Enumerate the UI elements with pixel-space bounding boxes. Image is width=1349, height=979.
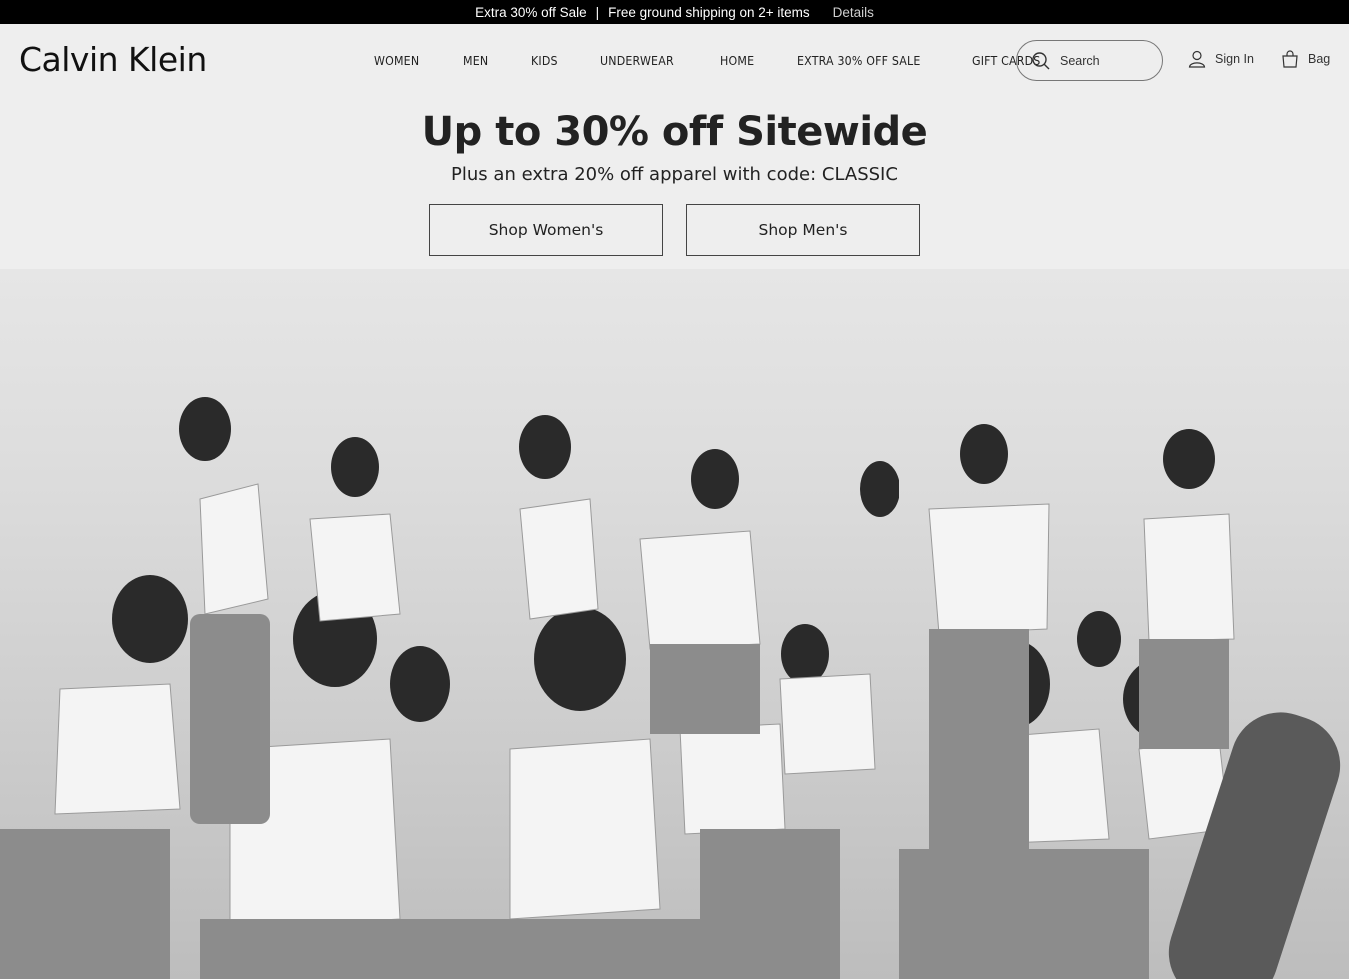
search-icon [1032, 51, 1050, 69]
brand-logo[interactable]: Calvin Klein [19, 40, 207, 79]
search-input[interactable] [1060, 53, 1155, 68]
main-nav: WOMEN MEN KIDS UNDERWEAR HOME EXTRA 30% … [374, 54, 1086, 68]
promo-details-link[interactable]: Details [833, 5, 874, 20]
site-header: Calvin Klein WOMEN MEN KIDS UNDERWEAR HO… [0, 24, 1349, 104]
group-photo-left [0, 397, 450, 979]
nav-home[interactable]: HOME [720, 54, 754, 68]
sign-in-link[interactable]: Sign In [1188, 50, 1254, 68]
shop-men-button[interactable]: Shop Men's [686, 204, 920, 256]
promo-separator: | [595, 4, 600, 20]
hero-subhead: Plus an extra 20% off apparel with code:… [451, 164, 898, 185]
hero-photo[interactable] [0, 269, 1349, 979]
photo-panel-center [450, 269, 899, 979]
search-box[interactable] [1016, 40, 1163, 81]
bag-label: Bag [1308, 52, 1331, 66]
bag-icon [1282, 50, 1298, 68]
group-photo-right [899, 424, 1341, 979]
shop-women-button[interactable]: Shop Women's [429, 204, 663, 256]
nav-underwear[interactable]: UNDERWEAR [600, 54, 674, 68]
photo-panel-left [0, 269, 450, 979]
promo-sale-text: Extra 30% off Sale [475, 4, 587, 20]
user-icon [1188, 50, 1206, 68]
nav-men[interactable]: MEN [463, 54, 488, 68]
photo-panel-right [899, 269, 1349, 979]
bag-link[interactable]: Bag [1281, 50, 1330, 68]
hero-banner: Up to 30% off Sitewide Plus an extra 20%… [0, 104, 1349, 269]
nav-women[interactable]: WOMEN [374, 54, 419, 68]
promo-shipping-text: Free ground shipping on 2+ items [608, 4, 810, 20]
hero-headline: Up to 30% off Sitewide [421, 109, 928, 155]
group-photo-center [450, 415, 899, 979]
nav-extra-sale[interactable]: EXTRA 30% OFF SALE [797, 54, 921, 68]
nav-kids[interactable]: KIDS [531, 54, 558, 68]
promo-bar: Extra 30% off Sale | Free ground shippin… [0, 0, 1349, 24]
sign-in-label: Sign In [1215, 52, 1254, 66]
